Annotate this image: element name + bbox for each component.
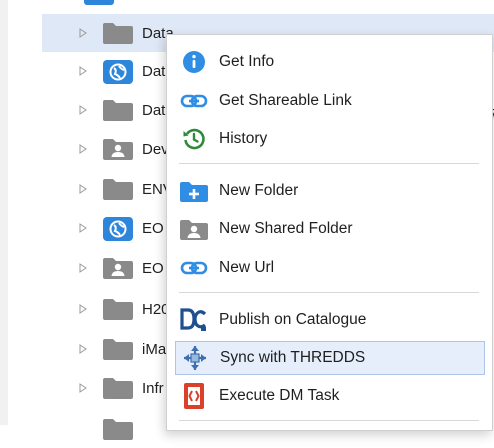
new-shared-folder-icon [177, 214, 211, 244]
tree-row-label: EO [142, 219, 164, 237]
info-icon [177, 47, 211, 77]
menu-item-history[interactable]: History [175, 122, 485, 156]
menu-item-label: Get Shareable Link [219, 92, 352, 109]
tree-gutter [0, 0, 8, 425]
menu-item-label: New Folder [219, 182, 299, 199]
menu-item-label: Execute DM Task [219, 387, 340, 404]
menu-item-execute-dm-task[interactable]: Execute DM Task [175, 379, 485, 413]
dm-task-icon [177, 381, 211, 411]
expand-chevron-icon[interactable] [78, 383, 88, 393]
expand-chevron-icon[interactable] [78, 424, 88, 434]
vre-folder-icon [84, 0, 114, 5]
menu-item-publish-on-catalogue[interactable]: Publish on Catalogue [175, 303, 485, 337]
expand-chevron-icon[interactable] [78, 28, 88, 38]
expand-chevron-icon[interactable] [78, 344, 88, 354]
tree-row-label: Infr [142, 379, 164, 397]
menu-separator [179, 420, 479, 421]
expand-chevron-icon[interactable] [78, 144, 88, 154]
menu-item-sync-with-thredds[interactable]: Sync with THREDDS [175, 341, 485, 375]
menu-item-new-folder[interactable]: New Folder [175, 174, 485, 208]
tree-row-label: Dat [142, 101, 166, 119]
shared-folder-icon [102, 137, 134, 161]
new-folder-icon [177, 176, 211, 206]
tree-row-label: Dat [142, 62, 166, 80]
menu-item-label: New Url [219, 259, 275, 276]
folder-icon [102, 21, 134, 45]
expand-chevron-icon[interactable] [78, 105, 88, 115]
menu-item-new-url[interactable]: New Url [175, 251, 485, 285]
folder-icon [102, 98, 134, 122]
tree-row-label: Dev [142, 140, 169, 158]
expand-chevron-icon[interactable] [78, 223, 88, 233]
expand-chevron-icon[interactable] [78, 66, 88, 76]
context-menu: Get Info Get Shareable Link History New … [166, 34, 493, 431]
shared-folder-icon [102, 256, 134, 280]
menu-item-new-shared-folder[interactable]: New Shared Folder [175, 212, 485, 246]
menu-item-get-info[interactable]: Get Info [175, 45, 485, 79]
catalogue-icon [177, 305, 211, 335]
expand-chevron-icon[interactable] [78, 263, 88, 273]
folder-icon [102, 376, 134, 400]
thredds-icon [178, 343, 212, 373]
history-icon [177, 124, 211, 154]
menu-separator [179, 163, 479, 164]
tree-row-label: EO [142, 259, 164, 277]
menu-item-get-shareable-link[interactable]: Get Shareable Link [175, 84, 485, 118]
vre-folder-icon [102, 59, 134, 84]
menu-item-label: History [219, 130, 268, 147]
folder-icon [102, 177, 134, 201]
vre-folder-icon [102, 216, 134, 241]
url-icon [177, 253, 211, 283]
link-icon [177, 86, 211, 116]
folder-icon [102, 297, 134, 321]
tree-row-label: iMa [142, 340, 167, 358]
menu-item-label: Get Info [219, 53, 275, 70]
menu-item-label: Publish on Catalogue [219, 311, 367, 328]
menu-separator [179, 292, 479, 293]
expand-chevron-icon[interactable] [78, 304, 88, 314]
folder-icon [102, 337, 134, 361]
expand-chevron-icon[interactable] [78, 184, 88, 194]
folder-icon [102, 417, 134, 441]
menu-item-label: Sync with THREDDS [220, 349, 366, 366]
menu-item-label: New Shared Folder [219, 220, 353, 237]
